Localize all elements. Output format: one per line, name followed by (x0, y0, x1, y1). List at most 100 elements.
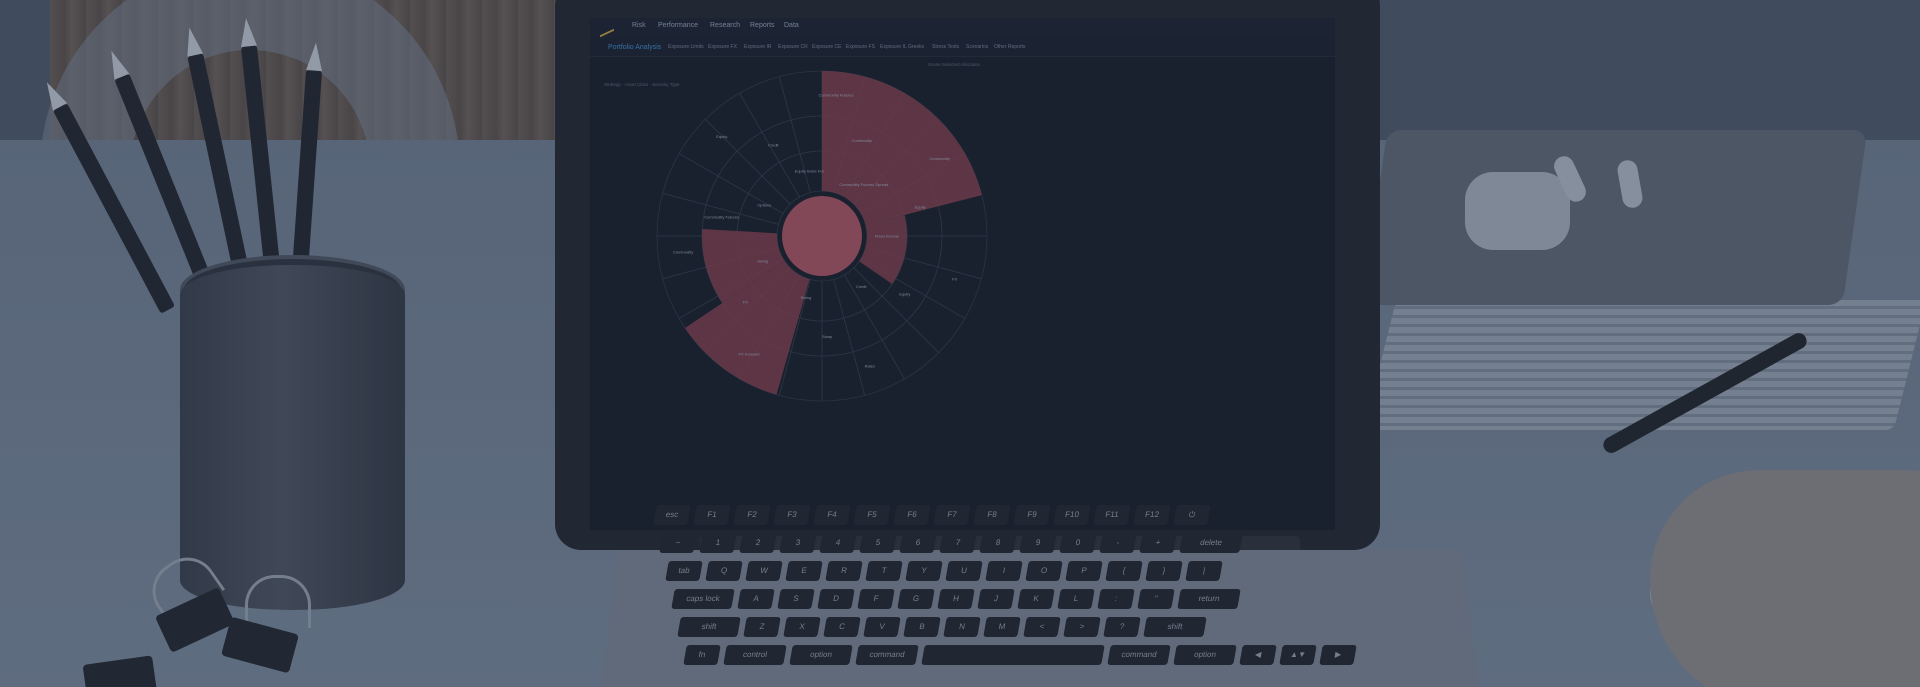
sunburst-segment (739, 192, 784, 225)
keyboard-key: return (1177, 589, 1241, 609)
keyboard-key: control (723, 645, 787, 665)
keyboard-key: > (1063, 617, 1101, 637)
photo-scene: Risk Performance Research Reports Data P… (0, 0, 1920, 687)
binder-clip-wire (245, 575, 311, 628)
keyboard-key: M (983, 617, 1021, 637)
keyboard-key: delete (1179, 533, 1243, 553)
keyboard-key: U (945, 561, 983, 581)
keyboard-key: I (985, 561, 1023, 581)
keyboard-key: 7 (939, 533, 977, 553)
stacked-notebooks (1363, 300, 1920, 430)
keyboard-key: ▲▼ (1279, 645, 1317, 665)
keyboard-key: command (855, 645, 919, 665)
keyboard-key: B (903, 617, 941, 637)
keyboard-key: F6 (893, 505, 931, 525)
keyboard-key: < (1023, 617, 1061, 637)
sunburst-segment (937, 235, 988, 280)
keyboard-key: 6 (899, 533, 937, 553)
keyboard-key: F5 (853, 505, 891, 525)
sunburst-segment (778, 70, 823, 121)
keyboard-key: Y (905, 561, 943, 581)
sunburst-segment (736, 131, 781, 177)
sunburst-highlight-segment (859, 214, 907, 284)
sunburst-label: Commodity Futures (819, 93, 854, 98)
keyboard-key: ⏻ (1173, 505, 1211, 525)
sunburst-label: Swap (822, 334, 833, 339)
keyboard-key: X (783, 617, 821, 637)
keyboard-key: F7 (933, 505, 971, 525)
keyboard-key: | (1185, 561, 1223, 581)
sunburst-segment (863, 295, 908, 341)
keyboard-key: F11 (1093, 505, 1131, 525)
sunburst-segment (843, 309, 883, 353)
sunburst-label: Commodity (851, 138, 871, 143)
keyboard-key: 4 (819, 533, 857, 553)
keyboard-key: C (823, 617, 861, 637)
keyboard-key: 2 (739, 533, 777, 553)
keyboard-key: J (977, 589, 1015, 609)
sunburst-label: Equity (915, 204, 926, 209)
keyboard-key: D (817, 589, 855, 609)
keyboard-key: ◀ (1239, 645, 1277, 665)
keyboard-key: ▶ (1319, 645, 1357, 665)
keyboard-key: F10 (1053, 505, 1091, 525)
sunburst-label: FX Forward (739, 351, 760, 356)
sunburst-segment (678, 118, 738, 177)
airpods-case (1465, 172, 1570, 250)
sunburst-label: Commodity Futures Spread (839, 182, 888, 187)
keyboard-key: 3 (779, 533, 817, 553)
keyboard-key: G (897, 589, 935, 609)
sunburst-segment (906, 295, 966, 354)
keyboard-key: { (1105, 561, 1143, 581)
sunburst-segment (881, 320, 940, 380)
sunburst-segment (717, 150, 763, 195)
keyboard-key: 5 (859, 533, 897, 553)
sunburst-label: Credit (856, 284, 868, 289)
keyboard-key: tab (665, 561, 703, 581)
sunburst-segment (656, 235, 707, 280)
laptop-screen: Risk Performance Research Reports Data P… (590, 18, 1335, 530)
keyboard-key: F3 (773, 505, 811, 525)
keyboard-key: 0 (1059, 533, 1097, 553)
sunburst-label: Fixed Income (875, 234, 900, 239)
sunburst-label: Rates (865, 364, 875, 369)
keyboard: esc F1 F2 F3 F4 F5 F6 F7 F8 F9 F10 F11 F12 ⏻ ~1 2 3 4 5 6 7 8… (653, 505, 1495, 687)
sunburst-segment (662, 152, 719, 206)
keyboard-key: : (1097, 589, 1135, 609)
keyboard-key: H (937, 589, 975, 609)
keyboard-key: ? (1103, 617, 1141, 637)
sunburst-segment (903, 235, 943, 268)
keyboard-key: + (1139, 533, 1177, 553)
sunburst-label: Equity (716, 134, 727, 139)
grey-notebook (1362, 130, 1868, 305)
sunburst-label: FX (743, 300, 748, 305)
sunburst-label: FX (952, 277, 957, 282)
keyboard-key: T (865, 561, 903, 581)
sunburst-label: Commodity (673, 249, 693, 254)
keyboard-key: " (1137, 589, 1175, 609)
keyboard-key: - (1099, 533, 1137, 553)
keyboard-key: 8 (979, 533, 1017, 553)
sunburst-segment (881, 277, 927, 322)
keyboard-key: R (825, 561, 863, 581)
sunburst-label: Swing (757, 259, 768, 264)
keyboard-key: 1 (699, 533, 737, 553)
keyboard-key: esc (653, 505, 691, 525)
keyboard-key: F8 (973, 505, 1011, 525)
sunburst-segment (821, 351, 866, 402)
keyboard-key: P (1065, 561, 1103, 581)
sunburst-center (782, 196, 862, 276)
keyboard-key (921, 645, 1105, 665)
sunburst-label: Options (757, 202, 771, 207)
sunburst-chart: Commodity Futures Commodity Commodity Futu… (656, 70, 988, 402)
concrete-pencil-cup (180, 265, 405, 610)
keyboard-key: V (863, 617, 901, 637)
keyboard-key: ~ (659, 533, 697, 553)
sunburst-segment (704, 92, 763, 152)
keyboard-key: N (943, 617, 981, 637)
keyboard-key: O (1025, 561, 1063, 581)
keyboard-key: Q (705, 561, 743, 581)
keyboard-key: option (1173, 645, 1237, 665)
keyboard-key: shift (1143, 617, 1207, 637)
keyboard-key: K (1017, 589, 1055, 609)
